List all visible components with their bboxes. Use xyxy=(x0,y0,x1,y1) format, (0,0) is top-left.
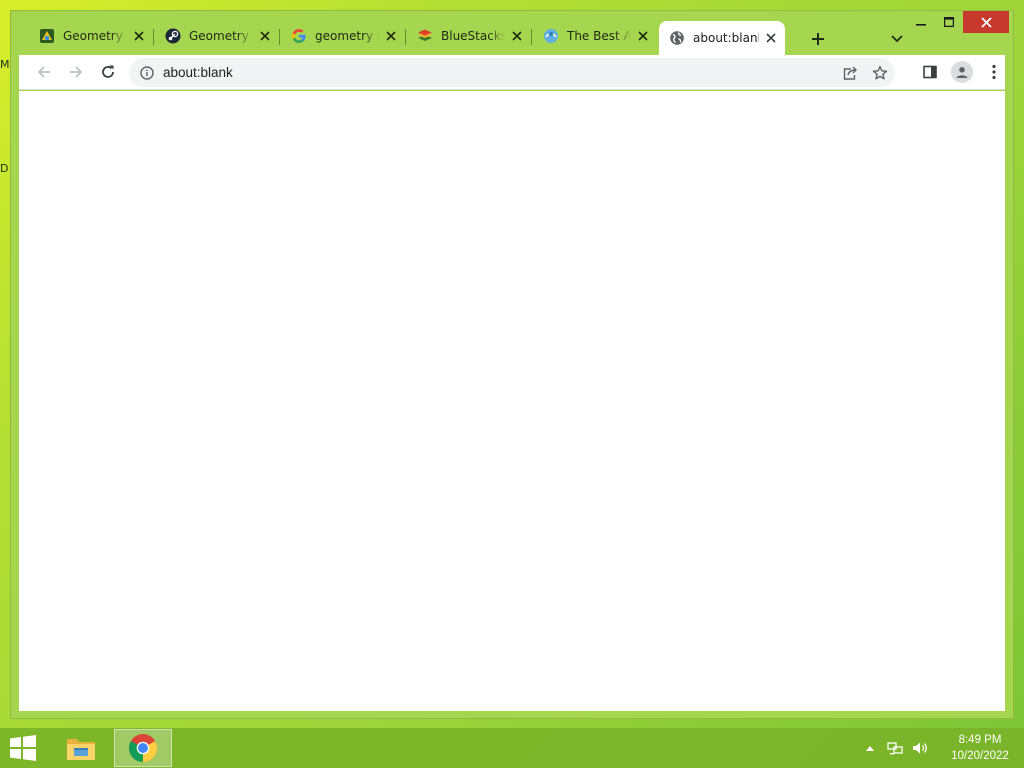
geometry-dash-icon xyxy=(39,28,55,44)
reload-icon xyxy=(102,65,114,78)
address-text: about:blank xyxy=(163,65,233,80)
profile-button[interactable] xyxy=(949,59,975,85)
new-tab-button[interactable] xyxy=(807,28,829,50)
back-button[interactable] xyxy=(31,59,57,85)
show-hidden-icons-button[interactable] xyxy=(859,737,881,759)
tab-close-icon[interactable] xyxy=(383,28,399,44)
network-button[interactable] xyxy=(884,737,906,759)
windows-logo-icon xyxy=(10,735,36,761)
speaker-icon xyxy=(913,742,927,754)
tab-strip: Geometry Dash Geometry Dash geometry das… xyxy=(29,19,1013,55)
tab-close-icon[interactable] xyxy=(131,28,147,44)
tab-title: geometry dash xyxy=(315,29,379,43)
profile-icon xyxy=(951,61,973,83)
bookmark-button[interactable] xyxy=(865,61,895,84)
tab-best-android[interactable]: The Best Android xyxy=(533,21,657,51)
google-icon xyxy=(291,28,307,44)
taskbar-clock[interactable]: 8:49 PM 10/20/2022 xyxy=(940,732,1020,764)
reload-button[interactable] xyxy=(95,59,121,85)
tab-divider xyxy=(153,29,154,45)
system-tray: 8:49 PM 10/20/2022 xyxy=(859,728,1024,768)
tab-google-search[interactable]: geometry dash xyxy=(281,21,406,51)
forward-icon xyxy=(70,66,83,78)
browser-window: Geometry Dash Geometry Dash geometry das… xyxy=(10,10,1014,719)
taskbar: 8:49 PM 10/20/2022 xyxy=(0,728,1024,768)
steam-icon xyxy=(165,28,181,44)
side-panel-button[interactable] xyxy=(917,59,943,85)
tab-title: The Best Android xyxy=(567,29,631,43)
plus-icon xyxy=(812,33,824,45)
tab-title: BlueStacks xyxy=(441,29,505,43)
tab-divider xyxy=(531,29,532,45)
taskbar-file-explorer[interactable] xyxy=(52,729,110,767)
star-icon xyxy=(872,65,888,79)
tab-divider xyxy=(405,29,406,45)
tab-about-blank[interactable]: about:blank xyxy=(659,21,785,55)
site-info-icon[interactable] xyxy=(139,65,155,81)
tab-title: Geometry Dash xyxy=(63,29,127,43)
chevron-down-icon xyxy=(891,35,903,43)
desktop-icon-label-d: D xyxy=(0,162,9,175)
omnibox-actions xyxy=(835,61,895,84)
tab-geometry-dash-1[interactable]: Geometry Dash xyxy=(29,21,154,51)
tab-close-icon[interactable] xyxy=(763,30,779,46)
network-icon xyxy=(887,742,903,755)
menu-button[interactable] xyxy=(981,59,1007,85)
tab-title: Geometry Dash xyxy=(189,29,253,43)
share-button[interactable] xyxy=(835,61,865,84)
taskbar-chrome[interactable] xyxy=(114,729,172,767)
volume-button[interactable] xyxy=(909,737,931,759)
side-panel-icon xyxy=(923,65,937,79)
tab-title: about:blank xyxy=(693,31,759,45)
tab-geometry-dash-2[interactable]: Geometry Dash xyxy=(155,21,280,51)
chrome-icon xyxy=(129,734,157,762)
tab-close-icon[interactable] xyxy=(635,28,651,44)
forward-button[interactable] xyxy=(63,59,89,85)
tab-search-button[interactable] xyxy=(886,28,908,50)
back-icon xyxy=(37,66,50,78)
tab-bluestacks[interactable]: BlueStacks xyxy=(407,21,532,51)
browser-toolbar: about:blank xyxy=(19,55,1005,90)
address-bar[interactable]: about:blank xyxy=(129,58,895,87)
web-icon xyxy=(543,28,559,44)
share-icon xyxy=(843,66,857,80)
globe-icon xyxy=(669,30,685,46)
bluestacks-icon xyxy=(417,28,433,44)
clock-time: 8:49 PM xyxy=(958,734,1002,746)
file-explorer-icon xyxy=(67,739,95,760)
clock-date: 10/20/2022 xyxy=(951,750,1009,762)
start-button[interactable] xyxy=(8,734,38,762)
tab-close-icon[interactable] xyxy=(257,28,273,44)
menu-icon xyxy=(992,64,996,80)
page-content[interactable] xyxy=(19,91,1005,711)
tab-close-icon[interactable] xyxy=(509,28,525,44)
chevron-up-icon xyxy=(866,746,874,751)
tab-divider xyxy=(279,29,280,45)
desktop-icon-label-m: M xyxy=(0,58,10,71)
